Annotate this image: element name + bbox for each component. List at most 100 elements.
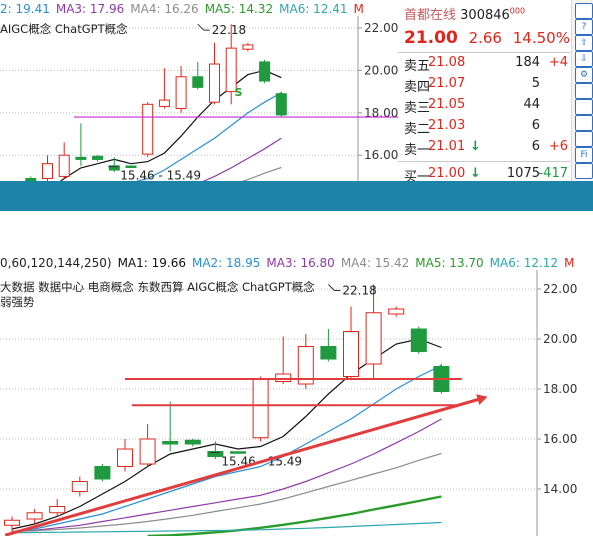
top-legend-item: MA5: 14.32 bbox=[204, 2, 274, 16]
order-level-label: 卖一 bbox=[404, 143, 431, 158]
top-low-label: 15.46 - 15.49 bbox=[120, 169, 201, 181]
list-icon[interactable] bbox=[575, 99, 593, 115]
lock-icon[interactable] bbox=[575, 3, 593, 19]
bottom-candle-body bbox=[252, 378, 269, 439]
bottom-candle bbox=[71, 476, 88, 497]
top-candle-body bbox=[209, 63, 220, 103]
bottom-candle-body bbox=[275, 373, 292, 382]
order-change: -417 bbox=[538, 166, 568, 181]
bottom-y-tick-label: 20.00 bbox=[543, 332, 577, 346]
bottom-candle-body bbox=[388, 308, 405, 315]
top-candle-body bbox=[158, 99, 170, 107]
top-y-tick-label: 18.00 bbox=[364, 106, 398, 120]
bottom-candle-body bbox=[162, 441, 179, 445]
bottom-candle bbox=[365, 284, 382, 379]
order-change: +6 bbox=[548, 139, 568, 154]
table-icon[interactable] bbox=[575, 115, 593, 131]
quote-separator bbox=[398, 52, 570, 53]
top-legend-item: 2: 19.41 bbox=[0, 2, 50, 16]
order-price: 21.01 bbox=[428, 139, 466, 154]
quote-board: 首都在线 300846000 21.00 2.66 14.50% 卖五 21.08… bbox=[398, 0, 570, 181]
bid-row[interactable]: 买一 21.00 1075 -417 ↓ bbox=[404, 166, 570, 181]
top-high-label: 22.18 bbox=[212, 23, 246, 37]
bottom-legend-item: MA3: 16.80 bbox=[266, 256, 335, 270]
top-candle bbox=[192, 61, 204, 90]
bottom-legend-item: MA5: 13.70 bbox=[415, 256, 484, 270]
bottom-candle-body bbox=[230, 451, 246, 454]
bottom-y-tick-label: 18.00 bbox=[543, 382, 577, 396]
top-candle-body bbox=[175, 76, 187, 110]
top-candle bbox=[42, 155, 53, 181]
order-level-label: 卖五 bbox=[404, 59, 431, 74]
trend-arrow-line bbox=[4, 397, 481, 536]
bottom-candle-body bbox=[343, 331, 359, 377]
top-candle bbox=[142, 102, 154, 158]
top-candle-body bbox=[125, 165, 137, 169]
bottom-chart-root: 14.0016.0018.0020.0022.0022.1815.46 - 15… bbox=[0, 270, 577, 536]
ask-row[interactable]: 卖二 21.03 6 bbox=[404, 118, 570, 138]
settings-icon[interactable]: ⚙ bbox=[575, 67, 593, 83]
help-icon[interactable]: ? bbox=[575, 19, 593, 35]
bottom-ma-legend: 0,60,120,144,250) MA1: 19.66 MA2: 18.95 MA3… bbox=[0, 256, 580, 270]
bid-ask-separator bbox=[398, 161, 570, 162]
bottom-candle-chart[interactable]: 14.0016.0018.0020.0022.0022.1815.46 - 15… bbox=[0, 254, 593, 536]
arrow-down-icon: ↓ bbox=[470, 139, 481, 154]
fin-icon[interactable]: Fi bbox=[575, 147, 593, 163]
ask-row[interactable]: 卖五 21.08 184 +4 bbox=[404, 55, 570, 75]
bar-icon[interactable] bbox=[575, 163, 593, 179]
bottom-candle bbox=[343, 306, 359, 379]
order-volume: 5 bbox=[531, 76, 540, 91]
bottom-legend-item: MA1: 19.66 bbox=[117, 256, 186, 270]
top-candle-body bbox=[58, 154, 70, 177]
bottom-high-marker bbox=[328, 284, 341, 291]
top-chart-panel: 2: 19.41 MA3: 17.96 MA4: 16.26 MA5: 14.32 MA… bbox=[0, 0, 593, 181]
bottom-candle-body bbox=[184, 439, 201, 445]
order-price: 21.00 bbox=[428, 166, 466, 181]
arrow-up-icon[interactable]: ⇧ bbox=[575, 35, 593, 51]
stock-code: 300846 bbox=[460, 8, 510, 23]
top-candle bbox=[125, 165, 137, 169]
top-candle bbox=[242, 42, 254, 52]
bottom-candle-body bbox=[71, 481, 88, 492]
top-y-tick-label: 20.00 bbox=[364, 63, 398, 77]
bottom-candle bbox=[162, 401, 179, 452]
bottom-y-tick-label: 16.00 bbox=[543, 432, 577, 446]
order-price: 21.07 bbox=[428, 76, 466, 91]
top-candle-body bbox=[75, 156, 87, 160]
order-volume: 1075 bbox=[506, 166, 540, 181]
top-concepts: AIGC概念 ChatGPT概念 bbox=[0, 22, 128, 36]
bottom-candle-body bbox=[117, 448, 133, 467]
bottom-y-tick-label: 14.00 bbox=[543, 482, 577, 496]
stock-name[interactable]: 首都在线 bbox=[404, 8, 456, 23]
bottom-high-label: 22.18 bbox=[342, 284, 376, 298]
top-y-tick-label: 16.00 bbox=[364, 148, 398, 162]
order-price: 21.08 bbox=[428, 55, 466, 70]
top-candle bbox=[158, 68, 170, 109]
order-change: +4 bbox=[548, 55, 568, 70]
ask-row[interactable]: 卖四 21.07 5 bbox=[404, 76, 570, 96]
top-candle bbox=[75, 123, 87, 166]
top-chart-root: 16.00 18.00 20.00 22.00 22.18 15.46 - 15.49 S bbox=[0, 16, 398, 181]
order-volume: 44 bbox=[523, 97, 540, 112]
order-volume: 6 bbox=[531, 139, 540, 154]
quote-header: 首都在线 300846000 bbox=[404, 4, 525, 23]
top-candle bbox=[175, 66, 187, 113]
bottom-candle-body bbox=[320, 346, 337, 360]
trend-arrow-head bbox=[476, 394, 488, 405]
arrow-down-icon[interactable]: ⇩ bbox=[575, 51, 593, 67]
top-candle bbox=[92, 155, 104, 162]
top-candle-body bbox=[142, 103, 154, 155]
chart-icon[interactable] bbox=[575, 83, 593, 99]
order-volume: 6 bbox=[531, 118, 540, 133]
top-legend-item: MA6: 12.41 bbox=[279, 2, 348, 16]
bottom-candle-body bbox=[26, 512, 43, 520]
window-divider bbox=[0, 181, 593, 211]
bottom-candle-body bbox=[139, 438, 156, 465]
bottom-candle bbox=[297, 334, 314, 389]
grid-icon[interactable] bbox=[575, 131, 593, 147]
top-candle bbox=[209, 42, 220, 105]
ask-row[interactable]: 卖一 21.01 6 +6 ↓ bbox=[404, 139, 570, 159]
order-level-label: 卖四 bbox=[404, 80, 431, 95]
ask-row[interactable]: 卖三 21.05 44 bbox=[404, 97, 570, 117]
top-candle-body bbox=[92, 155, 104, 160]
